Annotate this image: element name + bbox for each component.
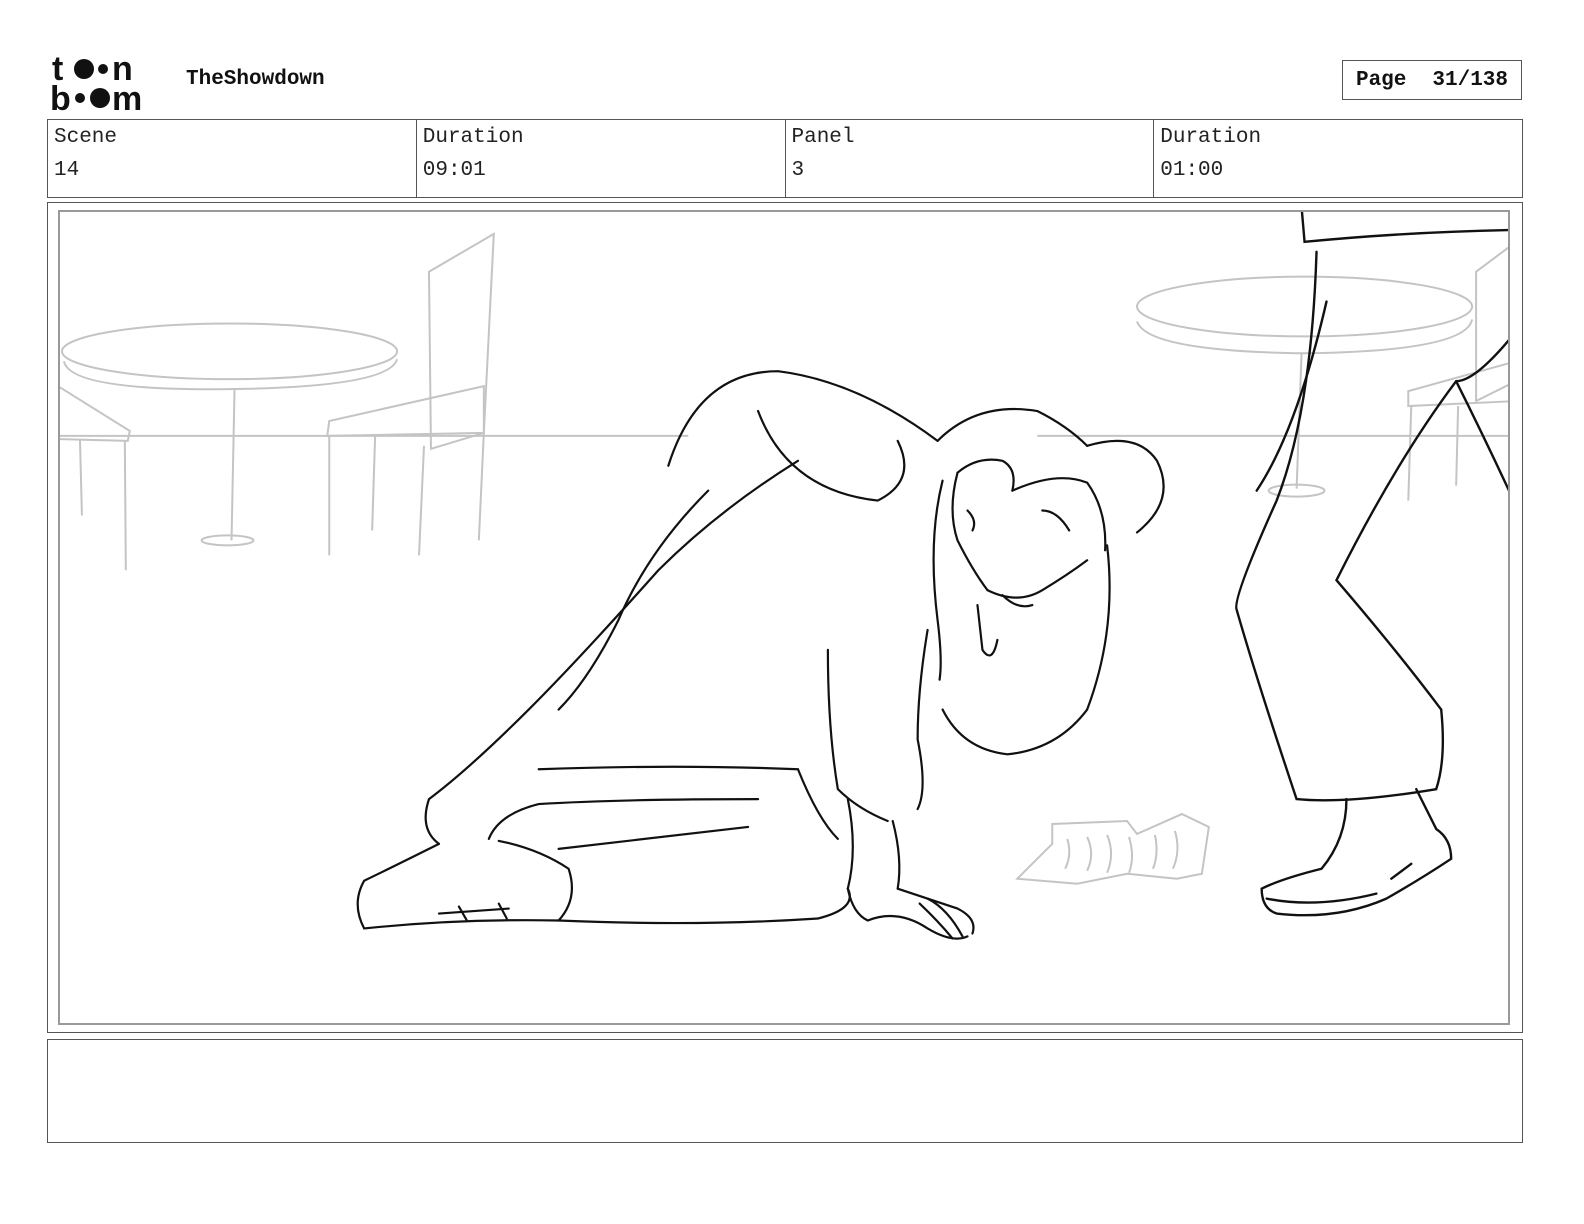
page-indicator: Page 31/138 [1342, 60, 1522, 100]
scene-value: 14 [54, 159, 80, 182]
panel-duration-label: Duration [1160, 126, 1262, 149]
storyboard-sketch [58, 210, 1510, 1025]
page-label: Page [1355, 68, 1407, 92]
scene-label: Scene [54, 126, 118, 149]
svg-text:b: b [50, 80, 71, 114]
toon-boom-logo: t n b m [50, 52, 166, 114]
standing-figure-layer [1235, 212, 1508, 917]
svg-text:m: m [112, 80, 142, 114]
toon-boom-logo-mark: t n b m [50, 52, 142, 114]
storyboard-panel-frame [47, 202, 1523, 1033]
panel-duration-cell: Duration 01:00 [1154, 120, 1522, 197]
scene-cell: Scene 14 [48, 120, 417, 197]
scene-duration-label: Duration [422, 126, 524, 149]
sketch-drawing [60, 212, 1508, 940]
dialogue-notes-box [47, 1039, 1523, 1143]
scene-duration-cell: Duration 09:01 [417, 120, 786, 197]
panel-duration-value: 01:00 [1160, 159, 1224, 182]
background-layer [60, 232, 1508, 885]
page-number: 31/138 [1432, 68, 1509, 92]
panel-cell: Panel 3 [786, 120, 1155, 197]
panel-value: 3 [791, 159, 805, 182]
scene-duration-value: 09:01 [422, 159, 486, 182]
project-title: TheShowdown [186, 68, 325, 91]
panel-info-table: Scene 14 Duration 09:01 Panel 3 Duration… [47, 119, 1523, 198]
panel-label: Panel [791, 126, 855, 149]
